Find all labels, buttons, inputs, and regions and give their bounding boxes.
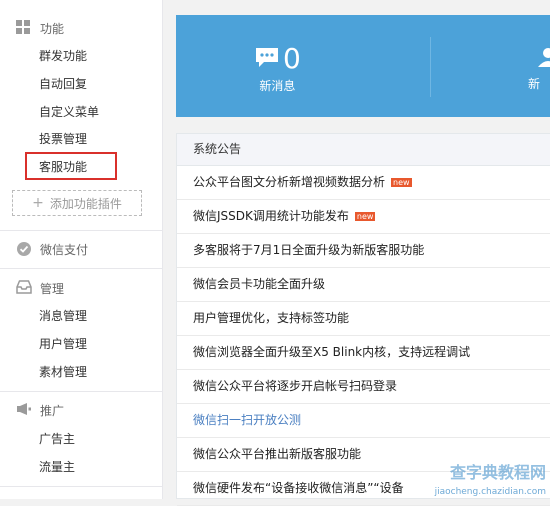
divider bbox=[0, 486, 162, 487]
section-title: 推广 bbox=[40, 403, 65, 418]
sidebar-item-messages[interactable]: 消息管理 bbox=[39, 306, 87, 326]
watermark-url: jiaocheng.chazidian.com bbox=[434, 487, 546, 497]
announcement-text[interactable]: 微信扫一扫开放公测 bbox=[193, 413, 301, 427]
stats-divider bbox=[430, 37, 431, 97]
sidebar-item-users[interactable]: 用户管理 bbox=[39, 334, 87, 354]
announcement-title: 系统公告 bbox=[177, 134, 550, 166]
add-plugin-label: 添加功能插件 bbox=[49, 196, 122, 211]
highlight-box bbox=[25, 152, 117, 180]
announcement-item[interactable]: 微信公众平台将逐步开启帐号扫码登录 bbox=[177, 370, 550, 404]
new-messages-count: 0 bbox=[283, 42, 301, 75]
new-users-label[interactable]: 新 bbox=[528, 75, 540, 92]
stats-banner: 0 新消息 新 bbox=[176, 15, 550, 117]
announcement-text[interactable]: 微信公众平台推出新版客服功能 bbox=[193, 447, 361, 461]
announcement-item[interactable]: 多客服将于7月1日全面升级为新版客服功能 bbox=[177, 234, 550, 268]
divider bbox=[0, 230, 162, 231]
new-badge: new bbox=[354, 212, 376, 221]
divider bbox=[0, 268, 162, 269]
sidebar-item-mass-send[interactable]: 群发功能 bbox=[39, 46, 87, 66]
grid-icon bbox=[16, 20, 32, 36]
section-promote: 推广 bbox=[16, 400, 64, 420]
megaphone-icon bbox=[16, 402, 32, 418]
section-title: 管理 bbox=[40, 281, 65, 296]
message-icon bbox=[254, 46, 280, 72]
sidebar-item-vote[interactable]: 投票管理 bbox=[39, 129, 87, 149]
watermark-title: 查字典教程网 bbox=[449, 463, 546, 482]
announcement-text[interactable]: 微信会员卡功能全面升级 bbox=[193, 277, 325, 291]
section-feature: 功能 bbox=[16, 18, 64, 38]
announcement-item[interactable]: 微信会员卡功能全面升级 bbox=[177, 268, 550, 302]
divider bbox=[0, 391, 162, 392]
section-title: 微信支付 bbox=[40, 242, 89, 257]
add-plugin-button[interactable]: + 添加功能插件 bbox=[12, 190, 142, 216]
user-icon bbox=[536, 47, 550, 69]
announcement-text[interactable]: 公众平台图文分析新增视频数据分析 bbox=[193, 175, 385, 189]
sidebar-item-advertiser[interactable]: 广告主 bbox=[39, 429, 75, 449]
announcement-text[interactable]: 多客服将于7月1日全面升级为新版客服功能 bbox=[193, 243, 424, 257]
sidebar-item-auto-reply[interactable]: 自动回复 bbox=[39, 74, 87, 94]
announcement-item[interactable]: 微信JSSDK调用统计功能发布 new bbox=[177, 200, 550, 234]
plus-icon: + bbox=[32, 195, 44, 211]
announcement-text[interactable]: 微信浏览器全面升级至X5 Blink内核，支持远程调试 bbox=[193, 345, 470, 359]
sidebar-item-wechat-pay[interactable]: 微信支付 bbox=[16, 239, 88, 259]
sidebar-item-materials[interactable]: 素材管理 bbox=[39, 362, 87, 382]
sidebar-item-publisher[interactable]: 流量主 bbox=[39, 457, 75, 477]
section-manage: 管理 bbox=[16, 278, 64, 298]
inbox-icon bbox=[16, 280, 32, 296]
announcement-text[interactable]: 微信JSSDK调用统计功能发布 bbox=[193, 209, 349, 223]
announcement-item[interactable]: 用户管理优化，支持标签功能 bbox=[177, 302, 550, 336]
wechat-pay-icon bbox=[16, 241, 32, 257]
watermark: 查字典教程网 jiaocheng.chazidian.com bbox=[410, 439, 550, 499]
new-badge: new bbox=[391, 178, 412, 187]
announcement-text[interactable]: 微信公众平台将逐步开启帐号扫码登录 bbox=[193, 379, 397, 393]
new-messages-stat[interactable]: 0 新消息 bbox=[254, 45, 301, 94]
announcement-text[interactable]: 微信硬件发布“设备接收微信消息”“设备 bbox=[193, 481, 404, 495]
announcement-item[interactable]: 微信扫一扫开放公测 bbox=[177, 404, 550, 438]
announcement-item[interactable]: 微信浏览器全面升级至X5 Blink内核，支持远程调试 bbox=[177, 336, 550, 370]
announcement-text[interactable]: 用户管理优化，支持标签功能 bbox=[193, 311, 349, 325]
announcement-item[interactable]: 公众平台图文分析新增视频数据分析 new bbox=[177, 166, 550, 200]
new-messages-label: 新消息 bbox=[259, 79, 296, 93]
sidebar: 功能 群发功能 自动回复 自定义菜单 投票管理 客服功能 + 添加功能插件 微信… bbox=[0, 0, 163, 499]
sidebar-item-custom-menu[interactable]: 自定义菜单 bbox=[39, 102, 99, 122]
section-title: 功能 bbox=[40, 21, 65, 36]
